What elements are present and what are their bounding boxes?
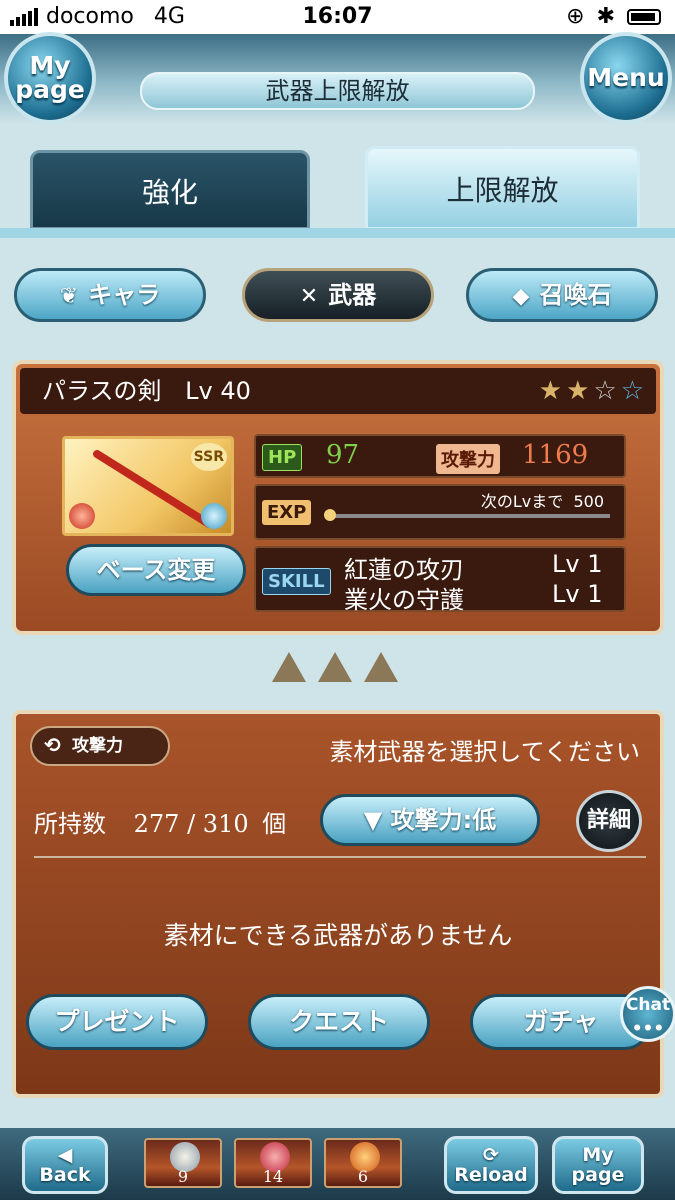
skill-level: Lv 1	[552, 580, 603, 608]
exp-next-label: 次のLvまで	[480, 492, 564, 511]
uncap-triangle-icon	[318, 652, 352, 684]
menu-label: Menu	[587, 63, 665, 92]
character-icon: ❦	[59, 284, 79, 309]
weapon-thumbnail[interactable]: SSR	[62, 436, 234, 536]
base-change-button[interactable]: ベース変更	[66, 544, 246, 596]
stats-panel: HP 97 攻撃力 1169	[254, 434, 626, 478]
chat-dots-icon: •••	[631, 1019, 665, 1039]
party-slot[interactable]: 6	[324, 1138, 402, 1188]
category-character-button[interactable]: ❦ キャラ	[14, 268, 206, 322]
party-count: 9	[177, 1167, 189, 1186]
swords-icon: ✕	[299, 284, 319, 309]
present-button[interactable]: プレゼント	[26, 994, 208, 1050]
category-summon-label: 召喚石	[539, 281, 612, 309]
rarity-badge: SSR	[190, 443, 227, 471]
skill-label: SKILL	[262, 568, 331, 595]
reload-button[interactable]: ⟳ Reload	[444, 1136, 538, 1194]
bottom-nav: ◀ Back 9 14 6 ⟳ Reload My page	[0, 1128, 675, 1200]
owned-value: 277 / 310	[133, 810, 249, 838]
skill-name: 業火の守護	[344, 586, 464, 614]
star-empty-icon: ☆	[620, 376, 644, 406]
tab-bar: 強化 上限解放	[0, 140, 675, 232]
hp-label: HP	[262, 444, 303, 471]
fire-element-icon	[69, 503, 95, 529]
category-weapon-button[interactable]: ✕ 武器	[242, 268, 434, 322]
mypage-button[interactable]: My page	[4, 32, 96, 124]
filter-toggle-button[interactable]: 攻撃力	[30, 726, 170, 766]
rotation-lock-icon: ⊕	[566, 4, 585, 29]
material-title: 素材武器を選択してください	[329, 738, 640, 766]
star-filled-icon: ★	[566, 376, 590, 406]
exp-marker	[324, 509, 336, 521]
skill-panel: SKILL 紅蓮の攻刃 Lv 1 業火の守護 Lv 1	[254, 546, 626, 614]
exp-next: 次のLvまで 500	[481, 488, 604, 512]
weapon-card: パラスの剣 Lv 40 ★ ★ ☆ ☆ SSR ベース変更 HP 97 攻撃力 …	[12, 360, 664, 635]
category-character-label: キャラ	[88, 281, 161, 309]
uncap-stars: ★ ★ ☆ ☆	[539, 376, 644, 406]
exp-progress-bar	[330, 514, 610, 518]
back-arrow-icon: ◀	[57, 1144, 73, 1166]
chat-label: Chat	[625, 995, 671, 1015]
weapon-level: Lv 40	[185, 377, 251, 405]
party-count: 6	[357, 1167, 369, 1186]
back-label: Back	[39, 1164, 91, 1186]
atk-value: 1169	[522, 440, 589, 470]
reload-label: Reload	[454, 1164, 528, 1186]
exp-panel: EXP 次のLvまで 500	[254, 484, 626, 540]
atk-label: 攻撃力	[436, 444, 500, 474]
party-slot[interactable]: 9	[144, 1138, 222, 1188]
exp-next-value: 500	[573, 492, 604, 511]
tab-enhance[interactable]: 強化	[30, 150, 310, 230]
page-title: 武器上限解放	[140, 72, 535, 110]
weapon-header: パラスの剣 Lv 40 ★ ★ ☆ ☆	[20, 368, 656, 414]
category-summon-button[interactable]: ◆ 召喚石	[466, 268, 658, 322]
quest-button[interactable]: クエスト	[248, 994, 430, 1050]
status-bar: docomo 4G 16:07 ⊕ ✱	[0, 0, 675, 34]
party-count: 14	[262, 1167, 284, 1186]
menu-button[interactable]: Menu	[580, 32, 672, 124]
footer-mypage-label: My page	[571, 1144, 625, 1186]
party-slot[interactable]: 14	[234, 1138, 312, 1188]
hp-value: 97	[326, 440, 360, 470]
crystal-icon: ◆	[512, 284, 530, 309]
uncap-triangle-icon	[364, 652, 398, 684]
back-button[interactable]: ◀ Back	[22, 1136, 108, 1194]
star-filled-icon: ★	[538, 376, 563, 406]
star-empty-icon: ☆	[593, 376, 617, 406]
footer-mypage-button[interactable]: My page	[552, 1136, 644, 1194]
empty-message: 素材にできる武器がありません	[163, 921, 513, 950]
category-weapon-label: 武器	[328, 281, 377, 309]
info-icon[interactable]	[201, 503, 227, 529]
sort-dropdown[interactable]: ▼ 攻撃力:低	[320, 794, 540, 846]
bluetooth-icon: ✱	[596, 4, 615, 29]
owned-count: 所持数 277 / 310 個	[34, 804, 286, 839]
battery-icon	[627, 8, 661, 25]
detail-button[interactable]: 詳細	[576, 790, 642, 852]
mypage-label: My page	[15, 51, 85, 104]
top-bar: 武器上限解放	[0, 34, 675, 124]
tab-underline	[0, 228, 675, 238]
tab-limit-break[interactable]: 上限解放	[365, 146, 640, 230]
reload-icon: ⟳	[483, 1144, 499, 1166]
owned-unit: 個	[262, 810, 287, 838]
owned-label: 所持数	[34, 810, 106, 838]
weapon-name: パラスの剣	[42, 377, 162, 405]
skill-level: Lv 1	[552, 550, 603, 578]
uncap-triangle-icon	[272, 652, 306, 684]
chat-button[interactable]: Chat •••	[620, 986, 675, 1042]
exp-label: EXP	[262, 500, 312, 525]
material-panel: 攻撃力 素材武器を選択してください 所持数 277 / 310 個 ▼ 攻撃力:…	[12, 710, 664, 1098]
divider	[34, 856, 646, 858]
